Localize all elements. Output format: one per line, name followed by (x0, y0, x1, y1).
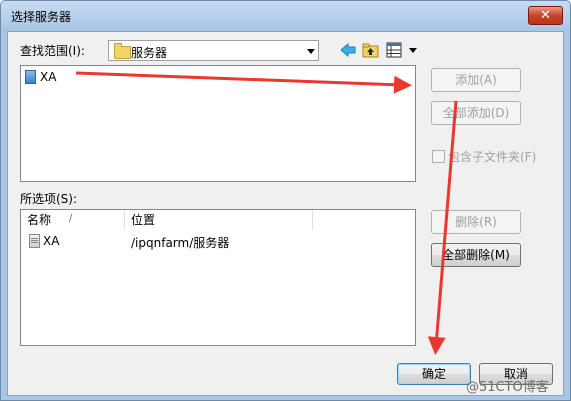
watermark: @51CTO博客 (466, 380, 549, 395)
annotation-arrows (75, 71, 458, 355)
select-server-dialog: 选择服务器 ✕ 查找范围(I): 服务器 XA 添加(A) 全部添加(D) 包含… (0, 0, 571, 401)
annotation-arrow-to-add (75, 71, 412, 94)
annotation-arrow-to-ok (427, 100, 458, 355)
